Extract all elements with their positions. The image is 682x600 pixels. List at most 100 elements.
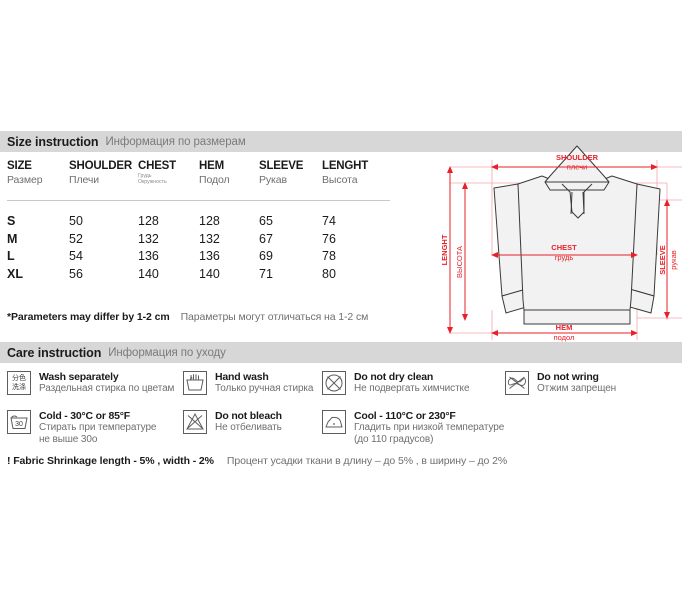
care-label-ru: Гладить при низкой температуре — [354, 422, 505, 433]
do-not-wring-icon — [505, 371, 529, 395]
care-item-hand-wash: Hand wash Только ручная стирка — [183, 370, 313, 395]
cell-hem: 132 — [199, 231, 220, 246]
cell-chest: 136 — [138, 249, 159, 263]
table-row: M 52 132 132 67 76 — [7, 232, 397, 250]
cell-hem: 128 — [199, 214, 220, 228]
care-text: Wash separately Раздельная стирка по цве… — [39, 370, 174, 395]
care-label-en: Cool - 110°C or 230°F — [354, 410, 456, 422]
care-label-en: Cold - 30°C or 85°F — [39, 410, 130, 422]
care-item-do-not-dry-clean: Do not dry clean Не подвергать химчистке — [322, 370, 470, 395]
care-label-en: Wash separately — [39, 371, 119, 383]
care-instruction-title-ru: Информация по уходу — [108, 346, 226, 359]
column-header-sleeve-ru: Рукав — [259, 174, 287, 186]
column-header-lenght: LENGHT Высота — [322, 160, 368, 187]
column-header-shoulder: SHOULDER Плечи — [69, 160, 132, 187]
column-header-size-en: SIZE — [7, 160, 32, 172]
care-item-cold-30: 30 Cold - 30°C or 85°F Стирать при темпе… — [7, 409, 156, 446]
care-label-ru: Стирать при температуре — [39, 422, 157, 433]
cell-chest: 132 — [138, 231, 159, 246]
size-chart-page: Size instruction Информация по размерам … — [0, 0, 682, 600]
cell-lenght: 78 — [322, 249, 336, 263]
column-header-lenght-ru: Высота — [322, 174, 358, 186]
column-header-sleeve-en: SLEEVE — [259, 160, 304, 172]
do-not-bleach-icon — [183, 410, 207, 434]
parameters-note: *Parameters may differ by 1-2 cm Параметр… — [7, 311, 368, 323]
wash-30-icon: 30 — [7, 410, 31, 434]
column-header-shoulder-ru: Плечи — [69, 174, 100, 186]
cell-chest: 140 — [138, 266, 159, 281]
care-instruction-title-en: Care instruction — [7, 345, 102, 360]
diagram-label-hem-ru: подол — [554, 333, 575, 342]
column-header-size: SIZE Размер — [7, 160, 43, 187]
parameters-note-ru: Параметры могут отличаться на 1-2 см — [180, 311, 369, 323]
table-row: XL 56 140 140 71 80 — [7, 267, 397, 285]
fabric-shrinkage-en: ! Fabric Shrinkage length - 5% , width -… — [7, 455, 214, 467]
cell-lenght: 74 — [322, 214, 336, 228]
hoodie-measurement-diagram: SHOULDER плечи CHEST грудь HEM подол LEN… — [432, 140, 682, 350]
fabric-shrinkage-ru: Процент усадки ткани в длину – до 5% , в… — [226, 455, 508, 467]
care-label-en: Do not wring — [537, 371, 599, 383]
cell-shoulder: 56 — [69, 266, 83, 281]
care-item-wash-separately: 分色 洗涤 Wash separately Раздельная стирка … — [7, 370, 174, 395]
size-instruction-title-ru: Информация по размерам — [105, 135, 246, 148]
cell-shoulder: 50 — [69, 214, 83, 228]
wash-temp-value: 30 — [15, 421, 23, 428]
table-header-divider — [7, 200, 390, 201]
column-header-hem-ru: Подол — [199, 174, 230, 186]
care-item-do-not-wring: Do not wring Отжим запрещен — [505, 370, 616, 395]
column-header-size-ru: Размер — [7, 174, 43, 186]
diagram-label-lenght-ru: ВЫСОТА — [455, 246, 464, 278]
cell-size: M — [7, 231, 18, 246]
column-header-chest-en: CHEST — [138, 160, 176, 172]
fabric-shrinkage-note: ! Fabric Shrinkage length - 5% , width -… — [7, 455, 507, 467]
iron-cool-icon — [322, 410, 346, 434]
diagram-label-chest-ru: грудь — [555, 253, 574, 262]
column-header-lenght-en: LENGHT — [322, 160, 369, 172]
care-label-ru: Отжим запрещен — [537, 383, 617, 394]
cell-hem: 136 — [199, 249, 220, 263]
table-row: S 50 128 128 65 74 — [7, 214, 397, 232]
wash-separately-cjk-bottom: 洗涤 — [12, 383, 26, 391]
cell-size: L — [7, 249, 15, 263]
care-item-do-not-bleach: Do not bleach Не отбеливать — [183, 409, 282, 434]
cell-sleeve: 71 — [259, 266, 273, 281]
care-label-en: Do not dry clean — [354, 371, 434, 383]
size-table-header-row: SIZE Размер SHOULDER Плечи CHEST Грудь О… — [7, 160, 397, 201]
cell-sleeve: 69 — [259, 249, 273, 263]
hand-wash-icon — [183, 371, 207, 395]
diagram-label-hem-en: HEM — [556, 323, 573, 332]
care-text: Cool - 110°C or 230°F Гладить при низкой… — [354, 409, 504, 446]
size-table-body: S 50 128 128 65 74 M 52 132 132 67 76 L … — [7, 214, 397, 284]
care-label-ru: Не отбеливать — [215, 422, 282, 433]
care-label-ru2: не выше 30о — [39, 434, 98, 445]
care-text: Do not bleach Не отбеливать — [215, 409, 282, 434]
diagram-label-sleeve-en: SLEEVE — [658, 245, 667, 275]
cell-size: S — [7, 214, 16, 228]
care-label-ru: Только ручная стирка — [215, 383, 314, 394]
parameters-note-en: *Parameters may differ by 1-2 cm — [7, 311, 170, 323]
cell-size: XL — [7, 266, 23, 281]
cell-chest: 128 — [138, 214, 159, 228]
cell-sleeve: 67 — [259, 231, 273, 246]
cell-shoulder: 54 — [69, 249, 83, 263]
do-not-dry-clean-icon — [322, 371, 346, 395]
table-row: L 54 136 136 69 78 — [7, 249, 397, 267]
column-header-hem: HEM Подол — [199, 160, 230, 187]
diagram-label-lenght-en: LENGHT — [440, 234, 449, 265]
cell-lenght: 76 — [322, 231, 336, 246]
cell-lenght: 80 — [322, 266, 336, 281]
cell-hem: 140 — [199, 266, 220, 281]
column-header-sleeve: SLEEVE Рукав — [259, 160, 303, 187]
care-text: Cold - 30°C or 85°F Стирать при температ… — [39, 409, 156, 446]
diagram-label-shoulder-ru: плечи — [567, 163, 587, 172]
wash-separately-cjk-top: 分色 — [12, 374, 26, 382]
cell-shoulder: 52 — [69, 231, 83, 246]
care-label-ru: Не подвергать химчистке — [354, 383, 470, 394]
column-header-chest: CHEST Грудь Окружность — [138, 160, 176, 185]
size-table: SIZE Размер SHOULDER Плечи CHEST Грудь О… — [7, 160, 397, 281]
column-header-shoulder-en: SHOULDER — [69, 160, 132, 172]
diagram-label-shoulder-en: SHOULDER — [556, 153, 599, 162]
care-text: Do not dry clean Не подвергать химчистке — [354, 370, 470, 395]
diagram-label-sleeve-ru: рукав — [669, 250, 678, 269]
care-instruction-header: Care instruction Информация по уходу — [0, 342, 682, 363]
